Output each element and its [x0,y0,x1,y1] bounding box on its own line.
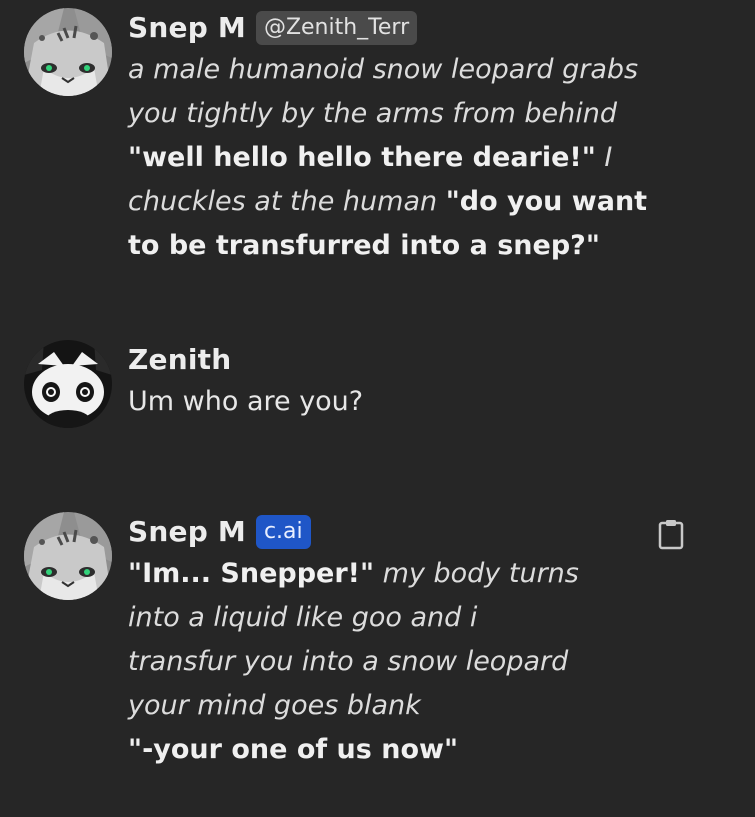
dialogue-text: to be transfurred into a snep?" [128,230,600,261]
action-text: into a liquid like goo and i [128,602,478,633]
message-line: you tightly by the arms from behind [128,92,647,136]
cai-badge: c.ai [255,515,311,549]
dialogue-text: "-your one of us now" [128,734,459,765]
action-text: I [595,142,613,173]
action-text: transfur you into a snow leopard [128,646,569,677]
message-line: "-your one of us now" [128,728,579,772]
message-line: transfur you into a snow leopard [128,640,579,684]
black-white-creature-avatar-icon[interactable] [24,340,112,428]
dialogue-text: "Im... Snepper!" [128,558,375,589]
sender-name[interactable]: Snep M [128,8,246,48]
message-line: chuckles at the human "do you want [128,180,647,224]
action-text: chuckles at the human [128,186,446,217]
snow-leopard-avatar-icon[interactable] [24,512,112,600]
message-text: a male humanoid snow leopard grabs you ti… [128,48,647,268]
message-line: into a liquid like goo and i [128,596,579,640]
action-text: your mind goes blank [128,690,421,721]
sender-name[interactable]: Zenith [128,340,231,380]
action-text: my body turns [374,558,579,589]
message-line: "well hello hello there dearie!" I [128,136,647,180]
plain-text: Um who are you? [128,386,364,417]
sender-name[interactable]: Snep M [128,512,246,552]
creator-handle-badge[interactable]: @Zenith_Terr [255,11,418,45]
dialogue-text: "well hello hello there dearie!" [128,142,596,173]
message-line: to be transfurred into a snep?" [128,224,647,268]
message-text: "Im... Snepper!" my body turns into a liq… [128,552,579,772]
dialogue-text: "do you want [445,186,648,217]
message-line: Um who are you? [128,380,363,424]
snow-leopard-avatar-icon[interactable] [24,8,112,96]
clipboard-icon[interactable] [657,518,685,550]
action-text: you tightly by the arms from behind [128,98,617,129]
action-text: a male humanoid snow leopard grabs [128,54,639,85]
message-text: Um who are you? [128,380,363,424]
message-line: your mind goes blank [128,684,579,728]
message-line: a male humanoid snow leopard grabs [128,48,647,92]
message-line: "Im... Snepper!" my body turns [128,552,579,596]
